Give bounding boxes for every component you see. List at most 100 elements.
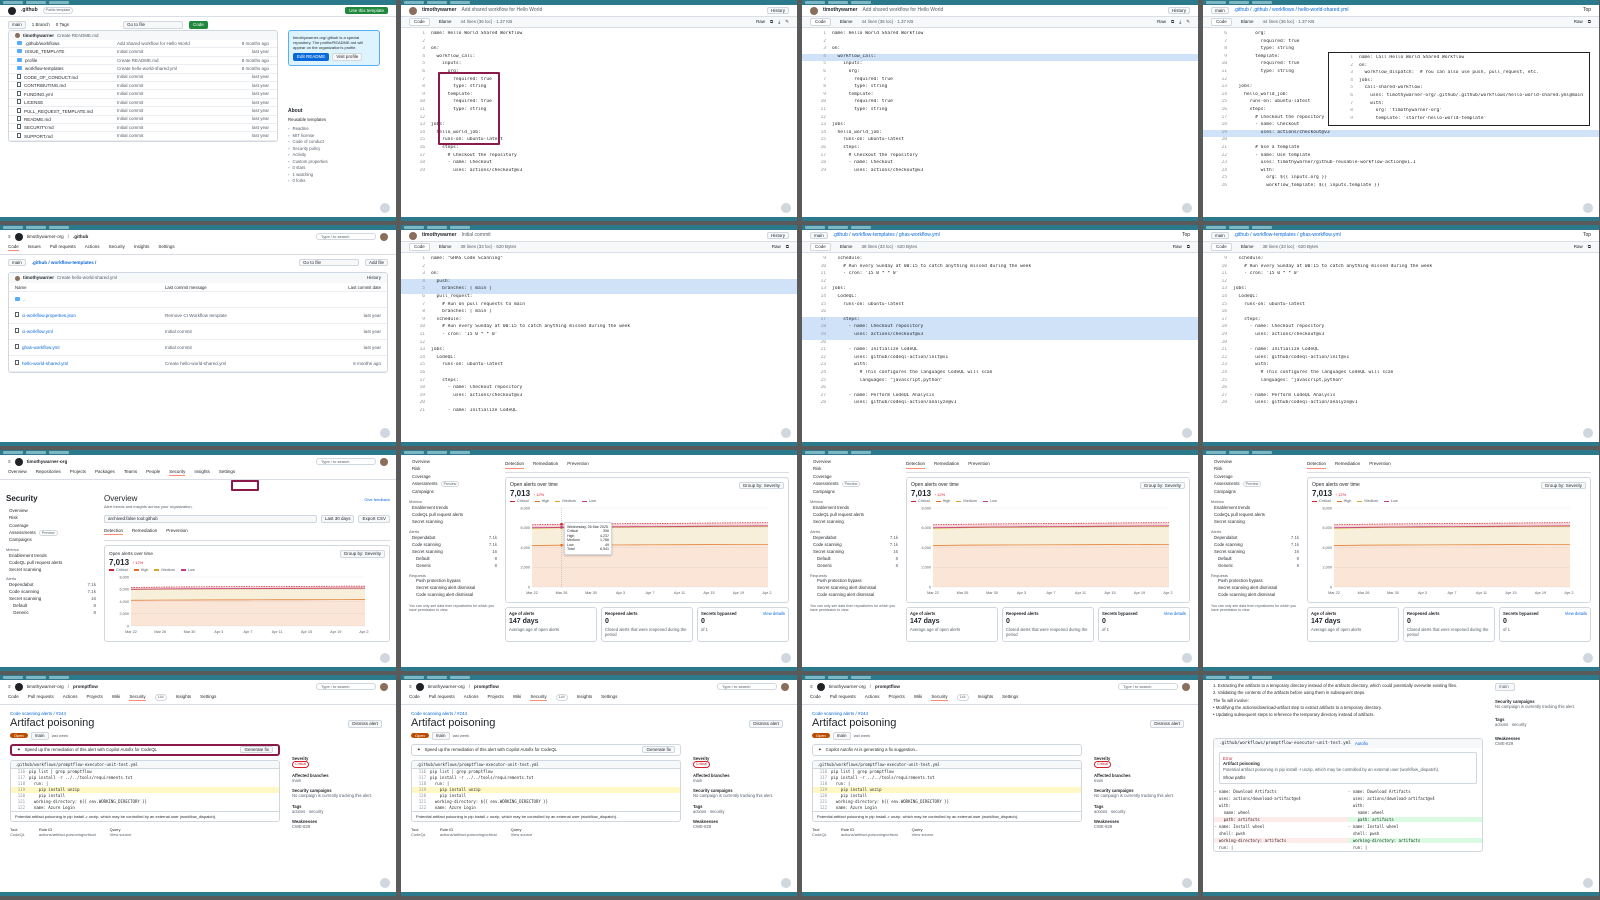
file-commit-message[interactable]: Remove CI Workflow template <box>165 313 364 319</box>
about-item[interactable]: ◦ 0 forks <box>288 178 380 185</box>
tab-people[interactable]: People <box>146 469 160 476</box>
line-number[interactable]: 13 <box>401 347 431 355</box>
file-commit-message[interactable]: Create hello-world-shared.yml <box>117 66 229 72</box>
alerts-item[interactable]: Dependabot 7.1k <box>6 581 96 588</box>
group-by-select[interactable]: Group by: Severity <box>1540 481 1586 490</box>
tab-code[interactable]: Code <box>8 694 19 701</box>
file-name[interactable]: ghas-workflow.yml <box>15 344 165 351</box>
metrics-item[interactable]: Enablement trends <box>810 504 898 511</box>
list-item[interactable]: .github/workflows Add shared workflow for… <box>9 40 277 49</box>
line-number[interactable]: 10 <box>401 324 431 332</box>
commit-message[interactable]: Add shared workflow for Hello World <box>461 7 542 13</box>
tab-settings[interactable]: Settings <box>200 694 216 701</box>
file-name[interactable]: workflow-templates <box>17 66 117 72</box>
tab-settings[interactable]: Settings <box>219 469 235 476</box>
commit-author[interactable]: timothywarner <box>23 33 54 39</box>
line-number[interactable]: 19 <box>1203 332 1233 340</box>
nav-risk[interactable]: Risk <box>409 465 497 472</box>
tab-pull-requests[interactable]: Pull requests <box>830 694 856 701</box>
github-logo-icon[interactable] <box>14 232 23 241</box>
file-name[interactable]: SUPPORT.md <box>17 132 117 140</box>
repo-link[interactable]: promptflow <box>875 684 900 690</box>
copy-icon[interactable]: ⧉ <box>1588 244 1591 250</box>
alerts-item[interactable]: Code scanning 7.1k <box>6 588 96 595</box>
nav-overview[interactable]: Overview <box>810 458 898 465</box>
go-to-file-input[interactable]: Go to file <box>298 258 359 267</box>
line-number[interactable]: 9 <box>1203 256 1233 264</box>
menu-icon[interactable]: ≡ <box>8 234 11 240</box>
filter-input[interactable]: archived:false tool:github <box>104 515 317 523</box>
file-name[interactable]: .. <box>15 296 165 303</box>
line-number[interactable]: 18 <box>401 160 431 168</box>
line-number[interactable]: 26 <box>1203 385 1233 393</box>
edit-readme-button[interactable]: Edit README <box>293 53 330 61</box>
show-paths-button[interactable]: Show paths <box>1223 775 1473 780</box>
tab-projects[interactable]: Projects <box>87 694 103 701</box>
tab-code[interactable]: Code <box>810 694 821 701</box>
line-number[interactable]: 15 <box>802 137 832 145</box>
line-number[interactable]: 26 <box>1203 183 1233 191</box>
branch-selector[interactable]: main <box>1211 231 1229 240</box>
line-number[interactable]: 9 <box>802 92 832 100</box>
requests-item[interactable]: Push protection bypass <box>409 578 497 585</box>
repo-name[interactable]: .github <box>21 7 38 13</box>
view-details-link[interactable]: View details <box>1164 611 1186 616</box>
line-number[interactable]: 122 <box>813 805 831 811</box>
line-number[interactable]: 12 <box>401 340 431 348</box>
line-number[interactable]: 6 <box>401 69 431 77</box>
menu-icon[interactable]: ≡ <box>810 684 813 690</box>
tab-blame[interactable]: Blame <box>835 18 858 26</box>
line-number[interactable]: 4 <box>802 54 832 62</box>
nav-campaigns[interactable]: Campaigns <box>1211 488 1299 495</box>
tab-actions[interactable]: Actions <box>85 244 100 251</box>
file-commit-message[interactable]: Initial commit <box>117 83 229 89</box>
tab-insights[interactable]: Insights <box>176 694 192 701</box>
tab-remediation[interactable]: Remediation <box>533 461 558 469</box>
nav-assessments[interactable]: Assessments Preview <box>1211 480 1299 488</box>
file-name[interactable]: SECURITY.md <box>17 124 117 131</box>
edit-icon[interactable]: ✎ <box>785 19 789 25</box>
requests-item[interactable]: Push protection bypass <box>810 578 898 585</box>
requests-item[interactable]: Code scanning alert dismissal <box>409 592 497 599</box>
table-row[interactable]: hello-world-shared.yml Create hello-world… <box>9 356 387 373</box>
list-item[interactable]: CODE_OF_CONDUCT.md Initial commit last yea… <box>9 73 277 82</box>
nav-assessments[interactable]: Assessments Preview <box>6 529 96 537</box>
line-number[interactable]: 8 <box>401 84 431 92</box>
line-number[interactable]: 1 <box>401 256 431 264</box>
alerts-item[interactable]: Generic 8 <box>810 562 898 569</box>
raw-button[interactable]: Raw <box>1173 244 1182 250</box>
tab-actions[interactable]: Actions <box>63 694 78 701</box>
line-number[interactable]: 13 <box>802 122 832 130</box>
list-item[interactable]: SECURITY.md Initial commit last year <box>9 124 277 133</box>
commit-author[interactable]: timothywarner <box>23 275 54 281</box>
github-logo-icon[interactable] <box>816 682 825 691</box>
dismiss-alert-button[interactable]: Dismiss alert <box>1150 720 1184 728</box>
github-logo-icon[interactable] <box>415 682 424 691</box>
list-item[interactable]: README.md Initial commit last year <box>9 115 277 124</box>
branches-link[interactable]: 1 Branch <box>32 22 50 28</box>
top-link[interactable]: Top <box>1583 7 1591 13</box>
requests-item[interactable]: Push protection bypass <box>1211 578 1299 585</box>
table-row[interactable]: ci-workflow.properties.json Remove CI Wor… <box>9 308 387 325</box>
branch-selector[interactable]: main <box>8 21 26 29</box>
browser-tab-strip[interactable] <box>802 450 1198 455</box>
line-number[interactable]: 10 <box>1203 61 1233 69</box>
tab-prevention[interactable]: Prevention <box>1369 461 1391 469</box>
alerts-item[interactable]: Code scanning 7.1k <box>1211 541 1299 548</box>
line-number[interactable]: 25 <box>1203 378 1233 386</box>
line-number[interactable]: 10 <box>802 264 832 272</box>
line-number[interactable]: 17 <box>802 153 832 161</box>
line-number[interactable]: 27 <box>1203 393 1233 401</box>
line-number[interactable]: 1 <box>802 31 832 39</box>
line-number[interactable]: 21 <box>802 347 832 355</box>
line-number[interactable]: 16 <box>802 145 832 153</box>
branch-selector[interactable]: main <box>810 231 828 240</box>
tab-code[interactable]: Code <box>1211 243 1232 251</box>
list-item[interactable]: profile Create README.md 8 months ago <box>9 57 277 66</box>
menu-icon[interactable]: ≡ <box>409 684 412 690</box>
nav-risk[interactable]: Risk <box>810 465 898 472</box>
commit-message[interactable]: Initial commit <box>461 232 490 238</box>
line-number[interactable]: 11 <box>401 107 431 115</box>
browser-tab-strip[interactable] <box>1203 450 1599 455</box>
line-number[interactable]: 17 <box>1203 317 1233 325</box>
